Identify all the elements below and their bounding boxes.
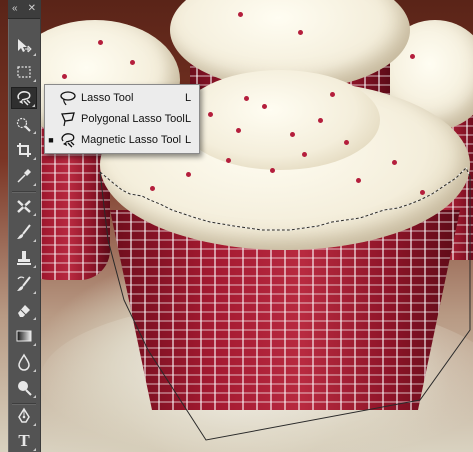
pen-tool[interactable] (11, 405, 37, 427)
magnetic-lasso-icon (57, 131, 79, 149)
move-icon (18, 39, 32, 53)
flyout-item-label: Polygonal Lasso Tool (81, 113, 185, 125)
flyout-item-magnetic-lasso-tool[interactable]: ■ Magnetic Lasso Tool L (45, 130, 199, 150)
selected-bullet: ■ (48, 135, 54, 145)
quick-selection-icon (16, 117, 31, 132)
eraser-tool[interactable] (11, 299, 37, 321)
flyout-item-shortcut: L (185, 113, 192, 125)
tools-panel: « ✕ T (8, 0, 41, 452)
type-tool[interactable]: T (11, 430, 37, 452)
dodge-icon (18, 381, 32, 396)
collapse-panel-icon[interactable]: « (12, 0, 18, 18)
blur-drop-icon (18, 353, 30, 371)
clone-stamp-tool[interactable] (11, 247, 37, 269)
flyout-item-lasso-tool[interactable]: Lasso Tool L (45, 88, 199, 108)
brush-tool[interactable] (11, 221, 37, 243)
lasso-tool[interactable] (11, 87, 37, 109)
dodge-tool[interactable] (11, 377, 37, 399)
lasso-tool-flyout-menu: Lasso Tool L Polygonal Lasso Tool L ■ Ma… (44, 84, 200, 154)
crop-tool[interactable] (11, 139, 37, 161)
lasso-icon (57, 89, 79, 107)
eraser-icon (18, 305, 30, 317)
tools-panel-header: « ✕ (8, 0, 40, 19)
flyout-item-polygonal-lasso-tool[interactable]: Polygonal Lasso Tool L (45, 109, 199, 129)
close-panel-icon[interactable]: ✕ (28, 0, 36, 18)
healing-brush-tool[interactable] (11, 195, 37, 217)
gradient-tool[interactable] (11, 325, 37, 347)
flyout-item-shortcut: L (185, 92, 192, 104)
blur-tool[interactable] (11, 351, 37, 373)
brush-icon (17, 224, 31, 239)
flyout-item-shortcut: L (185, 134, 192, 146)
type-icon: T (18, 431, 30, 450)
pen-icon (18, 407, 30, 423)
healing-brush-icon (17, 200, 31, 213)
flyout-item-label: Lasso Tool (81, 92, 134, 104)
magnetic-lasso-selection-path (99, 167, 471, 441)
rect-marquee-icon (17, 66, 31, 78)
move-tool[interactable] (11, 35, 37, 57)
gradient-icon (16, 330, 32, 342)
eyedropper-icon (17, 169, 31, 183)
eyedropper-tool[interactable] (11, 165, 37, 187)
history-brush-icon (17, 276, 31, 291)
clone-stamp-icon (17, 251, 31, 265)
crop-icon (17, 143, 31, 157)
polygonal-lasso-icon (57, 110, 79, 128)
magnetic-lasso-icon (17, 91, 31, 106)
marquee-tool[interactable] (11, 61, 37, 83)
quick-selection-tool[interactable] (11, 113, 37, 135)
flyout-item-label: Magnetic Lasso Tool (81, 134, 182, 146)
document-canvas[interactable] (0, 0, 473, 452)
history-brush-tool[interactable] (11, 273, 37, 295)
